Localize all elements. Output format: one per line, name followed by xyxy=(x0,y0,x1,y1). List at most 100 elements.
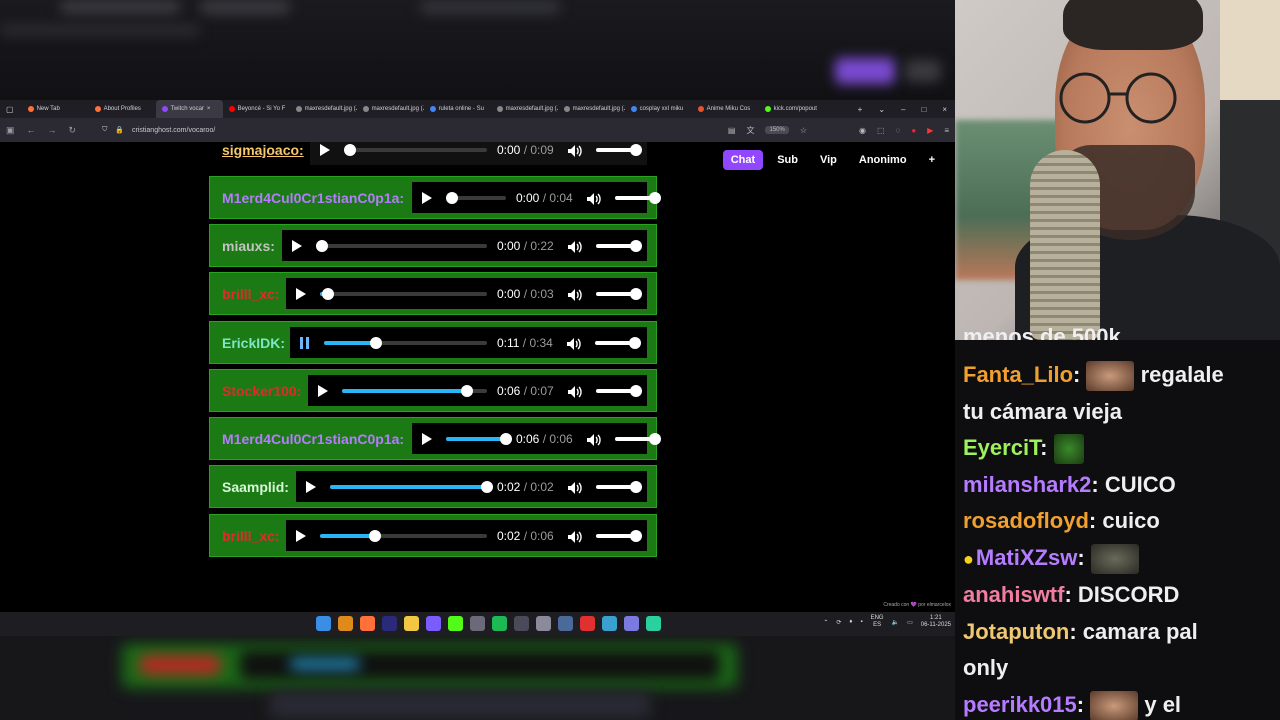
play-icon[interactable] xyxy=(296,529,306,542)
volume-slider[interactable] xyxy=(595,480,642,493)
extension-red-icon[interactable]: ● xyxy=(911,126,916,135)
seek-handle[interactable] xyxy=(344,143,356,156)
pause-icon[interactable] xyxy=(300,336,310,349)
clock[interactable]: 1:21 06-11-2025 xyxy=(921,615,951,629)
browser-tab[interactable]: kick.com/popout xyxy=(759,100,826,118)
play-icon[interactable] xyxy=(318,384,328,397)
explorer-icon[interactable] xyxy=(404,616,419,631)
extension-youtube-icon[interactable]: ▶ xyxy=(927,126,933,135)
volume-slider[interactable] xyxy=(614,432,661,445)
spotify-icon[interactable] xyxy=(492,616,507,631)
tab-overview-icon[interactable]: ▢ xyxy=(0,105,22,114)
sidebar-toggle-icon[interactable]: ▣ xyxy=(6,125,15,136)
play-icon[interactable] xyxy=(306,480,316,493)
new-tab-icon[interactable]: + xyxy=(858,105,863,114)
app5-icon[interactable] xyxy=(602,616,617,631)
seek-slider[interactable] xyxy=(342,384,487,397)
chat-username[interactable]: peerikk015 xyxy=(963,692,1077,717)
firefox-icon[interactable] xyxy=(360,616,375,631)
browser-tab[interactable]: New Tab xyxy=(22,100,89,118)
chevron-up-icon[interactable]: ⌃ xyxy=(823,619,828,626)
volume-handle[interactable] xyxy=(629,480,642,493)
chat-username[interactable]: EyerciT xyxy=(963,435,1040,460)
volume-icon[interactable] xyxy=(567,240,582,253)
volume-slider[interactable] xyxy=(595,287,642,300)
browser-tab[interactable]: maxresdefault.jpg (JP xyxy=(558,100,625,118)
volume-icon[interactable] xyxy=(586,192,601,205)
volume-handle[interactable] xyxy=(629,384,642,397)
chat-username[interactable]: MatiXZsw xyxy=(976,545,1077,570)
volume-handle[interactable] xyxy=(648,432,661,445)
volume-slider[interactable] xyxy=(595,143,642,156)
menu-icon[interactable]: ≡ xyxy=(944,126,949,135)
premiere-icon[interactable] xyxy=(382,616,397,631)
seek-handle[interactable] xyxy=(460,384,473,397)
browser-tab[interactable]: maxresdefault.jpg (JP xyxy=(290,100,357,118)
browser-tab[interactable]: Twitch vocar × xyxy=(155,100,223,118)
seek-slider[interactable] xyxy=(446,432,512,445)
tray-app2-icon[interactable]: ♦ xyxy=(849,619,852,625)
volume-slider[interactable] xyxy=(595,239,642,252)
kick-icon[interactable] xyxy=(448,616,463,631)
tab-list-icon[interactable]: ⌄ xyxy=(878,105,885,114)
play-icon[interactable] xyxy=(320,143,330,156)
obs-icon[interactable] xyxy=(426,616,441,631)
volume-icon[interactable] xyxy=(567,385,582,398)
mode-tab-anonimo[interactable]: Anonimo xyxy=(851,150,915,170)
app7-icon[interactable] xyxy=(646,616,661,631)
seek-slider[interactable] xyxy=(344,143,487,156)
forward-icon[interactable]: → xyxy=(48,125,57,135)
volume-handle[interactable] xyxy=(648,191,661,204)
seek-handle[interactable] xyxy=(316,239,328,252)
settings-icon[interactable] xyxy=(536,616,551,631)
play-icon[interactable] xyxy=(422,432,432,445)
chat-username[interactable]: rosadofloyd xyxy=(963,508,1089,533)
language-indicator[interactable]: ENG ES xyxy=(871,615,884,629)
volume-slider[interactable] xyxy=(594,336,641,349)
seek-slider[interactable] xyxy=(324,336,487,349)
volume-handle[interactable] xyxy=(629,143,642,156)
close-tab-icon[interactable]: × xyxy=(207,106,211,112)
mode-tab-vip[interactable]: Vip xyxy=(812,150,845,170)
seek-handle[interactable] xyxy=(369,529,382,542)
volume-icon[interactable] xyxy=(567,530,582,543)
seek-slider[interactable] xyxy=(320,287,487,300)
seek-handle[interactable] xyxy=(481,480,493,493)
browser-tab[interactable]: cosplay xxl miku xyxy=(625,100,692,118)
play-icon[interactable] xyxy=(292,239,302,252)
maximize-icon[interactable]: □ xyxy=(921,105,926,114)
app3-icon[interactable] xyxy=(558,616,573,631)
chat-username[interactable]: anahiswtf xyxy=(963,582,1064,607)
volume-slider[interactable] xyxy=(595,384,642,397)
bookmark-star-icon[interactable]: ☆ xyxy=(800,126,807,135)
seek-handle[interactable] xyxy=(446,191,458,204)
app2-icon[interactable] xyxy=(514,616,529,631)
seek-slider[interactable] xyxy=(320,529,487,542)
address-field[interactable]: ⛉ 🔒 cristianghost.com/vocaroo/ xyxy=(88,123,678,138)
app-icon[interactable] xyxy=(470,616,485,631)
seek-slider[interactable] xyxy=(446,191,506,204)
volume-slider[interactable] xyxy=(614,191,661,204)
play-icon[interactable] xyxy=(296,287,306,300)
browser-tab[interactable]: About Profiles xyxy=(89,100,156,118)
seek-handle[interactable] xyxy=(370,336,383,349)
volume-icon[interactable] xyxy=(586,433,601,446)
windows-icon[interactable] xyxy=(316,616,331,631)
volume-icon[interactable] xyxy=(566,337,581,350)
reload-icon[interactable]: ↻ xyxy=(69,125,77,136)
mode-tab-add[interactable]: + xyxy=(921,150,943,170)
play-icon[interactable] xyxy=(422,191,432,204)
seek-handle[interactable] xyxy=(322,287,335,300)
app6-icon[interactable] xyxy=(624,616,639,631)
chat-username[interactable]: Jotaputon xyxy=(963,619,1069,644)
translate-icon[interactable]: 文 xyxy=(746,125,754,136)
account-icon[interactable]: ◉ xyxy=(859,126,866,135)
volume-icon[interactable] xyxy=(567,288,582,301)
extension-icon[interactable]: ◌ xyxy=(896,126,901,135)
volume-slider[interactable] xyxy=(595,529,642,542)
mode-tab-sub[interactable]: Sub xyxy=(769,150,806,170)
battery-icon[interactable]: ▭ xyxy=(907,619,913,626)
tray-app-icon[interactable]: ⟳ xyxy=(836,619,841,626)
tray-app3-icon[interactable]: ▪ xyxy=(860,619,862,625)
chat-username[interactable]: milanshark2 xyxy=(963,472,1091,497)
